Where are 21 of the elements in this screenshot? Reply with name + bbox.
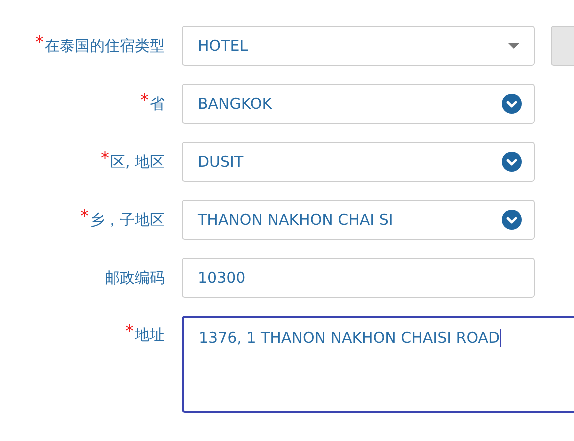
dropdown-field[interactable]: HOTEL	[182, 26, 535, 66]
select-field[interactable]: DUSIT	[182, 142, 535, 182]
field-label: 在泰国的住宿类型	[45, 37, 165, 55]
field-label: 地址	[135, 326, 165, 344]
chevron-down-icon	[502, 210, 522, 230]
chevron-down-icon	[502, 152, 522, 172]
select-field[interactable]: BANGKOK	[182, 84, 535, 124]
required-marker: *	[36, 37, 44, 49]
input-field[interactable]: 10300	[182, 258, 535, 298]
caret-icon	[508, 43, 520, 49]
chevron-down-icon	[502, 94, 522, 114]
address-field[interactable]: 1376, 1 THANON NAKHON CHAISI ROAD	[182, 316, 574, 413]
field-label: 乡，子地区	[90, 211, 165, 229]
required-marker: *	[80, 211, 89, 223]
required-marker: *	[126, 326, 134, 338]
required-marker: *	[100, 153, 110, 165]
required-marker: *	[140, 95, 149, 107]
field-label: 省	[150, 95, 165, 113]
field-label: 区, 地区	[110, 153, 165, 171]
select-field[interactable]: THANON NAKHON CHAI SI	[182, 200, 535, 240]
field-label: 邮政编码	[105, 269, 165, 287]
